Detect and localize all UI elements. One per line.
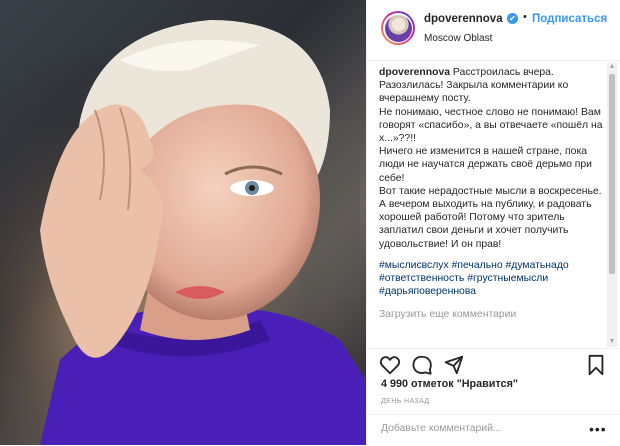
header-username[interactable]: dpoverennova bbox=[424, 13, 503, 25]
hashtag-link[interactable]: #мыслисвслух bbox=[379, 260, 449, 271]
hashtag-list: #мыслисвслух #печально #думатьнадо #отве… bbox=[379, 259, 604, 299]
share-icon[interactable] bbox=[443, 354, 465, 376]
avatar-ring bbox=[383, 13, 413, 43]
action-bar bbox=[367, 348, 620, 381]
post-side-panel: dpoverennova ✔ • Подписаться Moscow Obla… bbox=[366, 0, 620, 445]
scroll-up-arrow-icon[interactable]: ▲ bbox=[607, 62, 617, 72]
hashtag-link[interactable]: #дарьяповереннова bbox=[379, 286, 476, 297]
heart-icon[interactable] bbox=[379, 354, 401, 376]
post-photo-illustration bbox=[0, 0, 366, 445]
location-link[interactable]: Moscow Oblast bbox=[424, 33, 492, 44]
avatar-image bbox=[384, 14, 412, 42]
hashtag-link[interactable]: #грустныемысли bbox=[467, 273, 548, 284]
instagram-post: dpoverennova ✔ • Подписаться Moscow Obla… bbox=[0, 0, 620, 445]
more-options-icon[interactable]: ••• bbox=[589, 421, 607, 437]
bookmark-icon[interactable] bbox=[585, 354, 607, 376]
post-header: dpoverennova ✔ • Подписаться Moscow Obla… bbox=[367, 0, 620, 61]
load-more-comments-button[interactable]: Загрузить еще комментарии bbox=[379, 308, 604, 321]
verified-icon: ✔ bbox=[507, 13, 518, 24]
comment-icon[interactable] bbox=[411, 354, 433, 376]
add-comment-input[interactable] bbox=[381, 423, 581, 434]
comments-area: dpoverennova Расстроилась вчера. Разозли… bbox=[379, 66, 604, 346]
hashtag-link[interactable]: #ответственность bbox=[379, 273, 464, 284]
likes-count[interactable]: 4 990 отметок "Нравится" bbox=[381, 378, 518, 390]
post-photo[interactable] bbox=[0, 0, 366, 445]
add-comment-bar: ••• bbox=[367, 414, 620, 446]
hashtag-link[interactable]: #печально bbox=[452, 260, 503, 271]
post-timestamp[interactable]: ДЕНЬ НАЗАД bbox=[381, 398, 430, 405]
follow-button[interactable]: Подписаться bbox=[532, 13, 607, 25]
caption-text: Расстроилась вчера. Разозлилась! Закрыла… bbox=[379, 67, 603, 250]
caption-username[interactable]: dpoverennova bbox=[379, 67, 450, 78]
scroll-down-arrow-icon[interactable]: ▼ bbox=[607, 337, 617, 347]
scrollbar-thumb[interactable] bbox=[609, 74, 615, 274]
hashtag-link[interactable]: #думатьнадо bbox=[506, 260, 569, 271]
avatar[interactable] bbox=[381, 11, 415, 45]
comments-scrollbar[interactable]: ▲ ▼ bbox=[607, 62, 617, 347]
header-separator: • bbox=[523, 11, 527, 23]
caption: dpoverennova Расстроилась вчера. Разозли… bbox=[379, 66, 604, 251]
